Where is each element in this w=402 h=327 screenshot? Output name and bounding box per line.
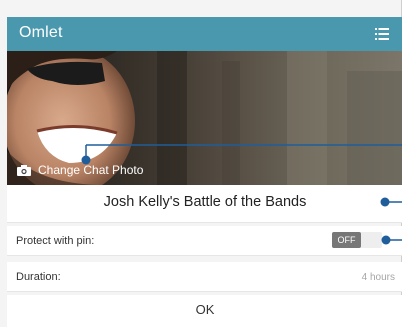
duration-value[interactable]: 4 hours (362, 272, 395, 283)
change-chat-photo-label: Change Chat Photo (38, 163, 144, 177)
ok-button[interactable]: OK (7, 295, 402, 327)
pin-toggle-state: OFF (332, 232, 361, 248)
app-header: Omlet (7, 17, 402, 51)
protect-with-pin-row: Protect with pin: OFF (7, 226, 402, 256)
chat-title[interactable]: Josh Kelly's Battle of the Bands (7, 194, 402, 210)
duration-row[interactable]: Duration: 4 hours (7, 262, 402, 292)
menu-button[interactable] (371, 23, 393, 45)
app-frame: Omlet Change Chat Photo Josh Kelly's Bat… (0, 0, 402, 327)
list-menu-icon (375, 28, 389, 40)
change-chat-photo-button[interactable]: Change Chat Photo (17, 163, 143, 177)
pin-toggle[interactable]: OFF (332, 232, 382, 248)
camera-icon (17, 164, 31, 176)
chat-photo[interactable]: Change Chat Photo (7, 51, 402, 185)
chat-title-row[interactable]: Josh Kelly's Battle of the Bands (7, 185, 402, 223)
app-title: Omlet (19, 24, 63, 41)
protect-with-pin-label: Protect with pin: (16, 235, 95, 247)
duration-label: Duration: (16, 271, 61, 283)
